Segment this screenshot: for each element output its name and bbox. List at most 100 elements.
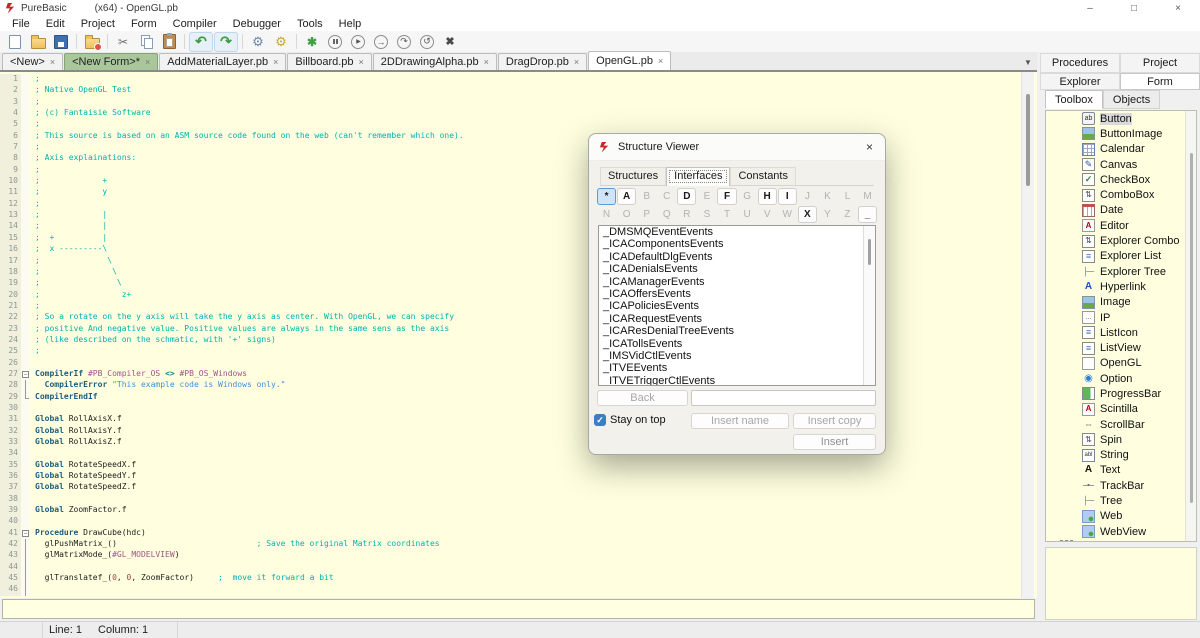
toolbox-item[interactable]: ComboBox <box>1046 187 1196 202</box>
alphabet-filter-button[interactable]: M <box>858 188 877 205</box>
open-file-button[interactable] <box>27 33 49 51</box>
editor-tab[interactable]: 2DDrawingAlpha.pb× <box>373 53 497 70</box>
tab-close-icon[interactable]: × <box>484 57 489 67</box>
tab-close-icon[interactable]: × <box>50 57 55 67</box>
fold-marker-icon[interactable] <box>21 369 30 380</box>
code-line[interactable]: 35Global RotateSpeedX.f <box>0 460 1037 471</box>
new-file-button[interactable] <box>4 33 26 51</box>
step-out-button[interactable] <box>416 33 438 51</box>
scrollbar-thumb[interactable] <box>1190 153 1193 503</box>
toolbox-item[interactable]: IP <box>1046 310 1196 325</box>
kill-button[interactable] <box>439 33 461 51</box>
toolbox-item[interactable]: Tree <box>1046 493 1196 508</box>
panel-tab[interactable]: Explorer <box>1040 73 1120 90</box>
toolbox-item[interactable]: Explorer Tree <box>1046 264 1196 279</box>
alphabet-filter-button[interactable]: K <box>818 188 837 205</box>
alphabet-filter-button[interactable]: H <box>758 188 777 205</box>
redo-button[interactable] <box>214 32 238 52</box>
alphabet-filter-button[interactable]: E <box>697 188 716 205</box>
toolbox-item[interactable]: OpenGL <box>1046 356 1196 371</box>
alphabet-filter-button[interactable]: F <box>717 188 736 205</box>
alphabet-filter-button[interactable]: Q <box>657 206 676 223</box>
code-line[interactable]: 45 glTranslatef_(0, 0, ZoomFactor) ; mov… <box>0 573 1037 584</box>
tab-close-icon[interactable]: × <box>658 56 663 66</box>
dialog-tab[interactable]: Structures <box>600 167 666 185</box>
pause-button[interactable] <box>324 33 346 51</box>
alphabet-filter-button[interactable]: D <box>677 188 696 205</box>
debugger-button[interactable] <box>301 33 323 51</box>
panel-tab[interactable]: Toolbox <box>1045 90 1103 109</box>
alphabet-filter-button[interactable]: C <box>657 188 676 205</box>
list-item[interactable]: _IMSVidCtlEvents <box>599 350 875 362</box>
list-item[interactable]: _ICADenialsEvents <box>599 263 875 275</box>
alphabet-filter-button[interactable]: _ <box>858 206 877 223</box>
save-file-button[interactable] <box>50 33 72 51</box>
cut-button[interactable] <box>112 33 134 51</box>
dialog-tab[interactable]: Interfaces <box>666 167 730 186</box>
insert-button[interactable]: Insert <box>793 434 876 450</box>
code-line[interactable]: 1; <box>0 74 1037 85</box>
alphabet-filter-button[interactable]: P <box>637 206 656 223</box>
list-item[interactable]: _ICARequestEvents <box>599 313 875 325</box>
alphabet-filter-button[interactable]: X <box>798 206 817 223</box>
minimize-button[interactable]: – <box>1068 0 1112 16</box>
toolbox-item[interactable]: ProgressBar <box>1046 386 1196 401</box>
code-line[interactable]: 3; <box>0 97 1037 108</box>
alphabet-filter-button[interactable]: Z <box>838 206 857 223</box>
alphabet-filter-button[interactable]: Y <box>818 206 837 223</box>
alphabet-filter-button[interactable]: N <box>597 206 616 223</box>
step-button[interactable] <box>370 33 392 51</box>
toolbox-item[interactable]: Editor <box>1046 218 1196 233</box>
alphabet-filter-button[interactable]: A <box>617 188 636 205</box>
code-line[interactable]: 5; <box>0 119 1037 130</box>
toolbox-item[interactable]: Canvas <box>1046 157 1196 172</box>
toolbox-item[interactable]: Button <box>1046 111 1196 126</box>
step-over-button[interactable] <box>393 33 415 51</box>
close-button[interactable]: × <box>1156 0 1200 16</box>
fold-marker-icon[interactable] <box>21 528 30 539</box>
code-line[interactable]: 44 <box>0 562 1037 573</box>
alphabet-filter-button[interactable]: G <box>738 188 757 205</box>
back-button[interactable]: Back <box>597 390 688 406</box>
toolbox-item[interactable]: Text <box>1046 463 1196 478</box>
alphabet-filter-button[interactable]: L <box>838 188 857 205</box>
tab-close-icon[interactable]: × <box>574 57 579 67</box>
toolbox-item[interactable]: Spin <box>1046 432 1196 447</box>
code-line[interactable]: 43 glMatrixMode_(#GL_MODELVIEW) <box>0 550 1037 561</box>
compile-run-button[interactable] <box>247 33 269 51</box>
alphabet-filter-button[interactable]: J <box>798 188 817 205</box>
insert-name-button[interactable]: Insert name <box>691 413 789 429</box>
dialog-title-bar[interactable]: Structure Viewer × <box>589 134 885 161</box>
alphabet-filter-button[interactable]: W <box>778 206 797 223</box>
code-line[interactable]: 41Procedure DrawCube(hdc) <box>0 528 1037 539</box>
continue-button[interactable] <box>347 33 369 51</box>
toolbox-item[interactable]: Image <box>1046 295 1196 310</box>
menu-item[interactable]: Edit <box>38 18 73 30</box>
dialog-close-icon[interactable]: × <box>866 140 873 154</box>
close-file-button[interactable] <box>81 33 103 51</box>
list-item[interactable]: _ICAManagerEvents <box>599 276 875 288</box>
tab-close-icon[interactable]: × <box>359 57 364 67</box>
list-item[interactable]: _ICATollsEvents <box>599 338 875 350</box>
alphabet-filter-button[interactable]: * <box>597 188 616 205</box>
toolbox-item[interactable]: ListIcon <box>1046 325 1196 340</box>
code-line[interactable]: 42 glPushMatrix_() ; Save the original M… <box>0 539 1037 550</box>
code-line[interactable]: 2; Native OpenGL Test <box>0 85 1037 96</box>
panel-tab[interactable]: Objects <box>1103 90 1160 109</box>
maximize-button[interactable]: □ <box>1112 0 1156 16</box>
editor-tab[interactable]: <New>× <box>2 53 63 70</box>
menu-item[interactable]: Tools <box>289 18 331 30</box>
toolbox-item[interactable]: CheckBox <box>1046 172 1196 187</box>
toolbox-item[interactable]: Explorer Combo <box>1046 233 1196 248</box>
dialog-tab[interactable]: Constants <box>730 167 796 185</box>
list-item[interactable]: _ITVETriggerCtlEvents <box>599 375 875 386</box>
code-line[interactable]: 46 <box>0 584 1037 595</box>
list-scrollbar[interactable] <box>863 226 875 385</box>
toolbox-item[interactable]: Scintilla <box>1046 402 1196 417</box>
code-line[interactable]: 36Global RotateSpeedY.f <box>0 471 1037 482</box>
list-item[interactable]: _ITVEEvents <box>599 362 875 374</box>
menu-item[interactable]: File <box>4 18 38 30</box>
code-line[interactable]: 37Global RotateSpeedZ.f <box>0 482 1037 493</box>
toolbox-item[interactable]: WebView <box>1046 524 1196 539</box>
alphabet-filter-button[interactable]: V <box>758 206 777 223</box>
